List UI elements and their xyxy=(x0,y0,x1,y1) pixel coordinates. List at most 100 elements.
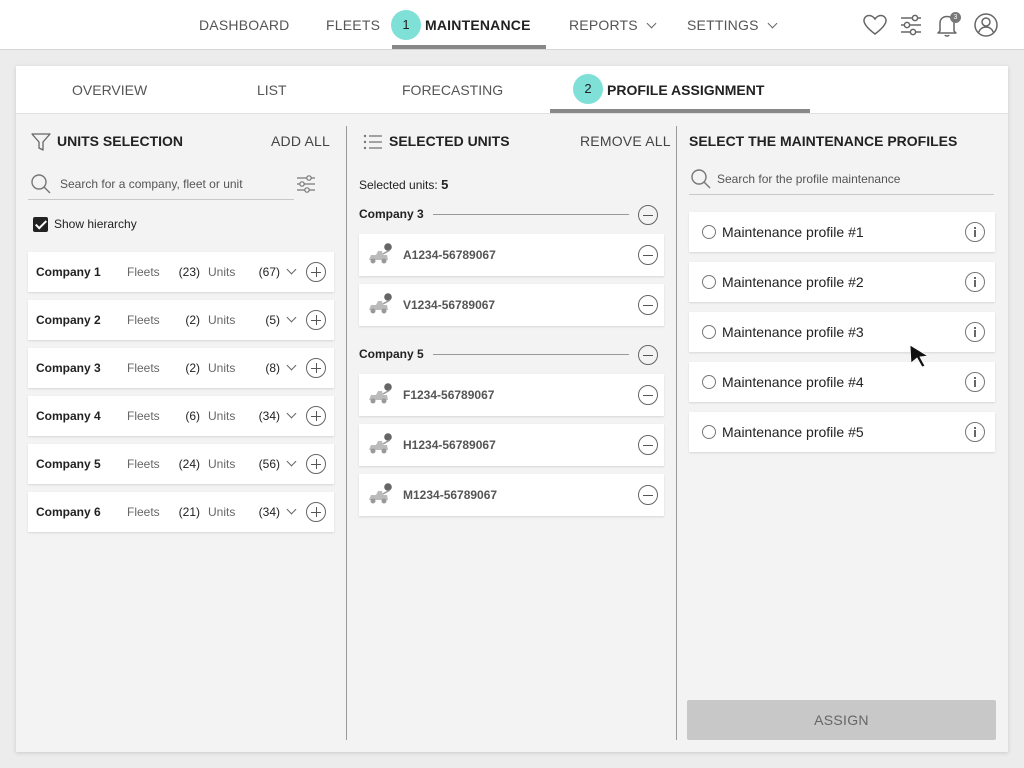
profile-radio[interactable] xyxy=(702,275,716,289)
step-badge-2: 2 xyxy=(573,74,603,104)
profile-name: Maintenance profile #3 xyxy=(722,324,864,340)
selected-units-count: Selected units: 5 xyxy=(359,177,448,192)
selected-group-name: Company 5 xyxy=(359,347,424,361)
loader-vehicle-icon xyxy=(369,243,392,264)
remove-all-button[interactable]: REMOVE ALL xyxy=(580,133,671,149)
add-company-button[interactable] xyxy=(306,262,326,282)
loader-vehicle-icon xyxy=(369,293,392,314)
tab-overview[interactable]: OVERVIEW xyxy=(72,66,147,114)
company-row[interactable]: Company 2 Fleets (2) Units (5) xyxy=(28,300,334,340)
show-hierarchy-checkbox[interactable] xyxy=(33,217,48,232)
remove-unit-button[interactable] xyxy=(638,295,658,315)
loader-vehicle-icon xyxy=(369,483,392,504)
selected-group-header: Company 3 xyxy=(359,205,664,225)
fleets-count: (24) xyxy=(178,457,200,471)
profile-radio[interactable] xyxy=(702,425,716,439)
remove-unit-button[interactable] xyxy=(638,485,658,505)
unit-id: H1234-56789067 xyxy=(403,438,496,452)
profile-radio[interactable] xyxy=(702,375,716,389)
company-row[interactable]: Company 3 Fleets (2) Units (8) xyxy=(28,348,334,388)
profile-row[interactable]: Maintenance profile #2 xyxy=(689,262,995,302)
nav-fleets-label: FLEETS xyxy=(326,17,381,33)
unit-id: A1234-56789067 xyxy=(403,248,496,262)
units-count: (34) xyxy=(258,409,280,423)
filter-settings-icon[interactable] xyxy=(295,173,317,195)
tab-forecasting-label: FORECASTING xyxy=(402,82,504,98)
selected-unit-row: H1234-56789067 xyxy=(359,424,664,466)
info-icon[interactable] xyxy=(965,222,985,242)
unit-id: M1234-56789067 xyxy=(403,488,498,502)
minus-icon xyxy=(643,354,653,356)
loader-vehicle-icon xyxy=(369,433,392,454)
chevron-down-icon[interactable] xyxy=(286,264,297,275)
selected-units-title: SELECTED UNITS xyxy=(389,133,510,149)
selected-unit-row: M1234-56789067 xyxy=(359,474,664,516)
nav-maintenance[interactable]: MAINTENANCE xyxy=(425,0,531,50)
sliders-icon[interactable] xyxy=(898,12,924,38)
tab-forecasting[interactable]: FORECASTING xyxy=(402,66,503,114)
company-row[interactable]: Company 4 Fleets (6) Units (34) xyxy=(28,396,334,436)
add-company-button[interactable] xyxy=(306,454,326,474)
profile-name: Maintenance profile #2 xyxy=(722,274,864,290)
units-search-input[interactable] xyxy=(60,174,285,194)
chevron-down-icon xyxy=(767,18,778,29)
tab-profile-assignment[interactable]: PROFILE ASSIGNMENT xyxy=(607,66,764,114)
company-name: Company 2 xyxy=(36,313,101,327)
profile-row[interactable]: Maintenance profile #4 xyxy=(689,362,995,402)
info-icon[interactable] xyxy=(965,322,985,342)
nav-settings[interactable]: SETTINGS xyxy=(687,0,778,50)
selected-unit-row: A1234-56789067 xyxy=(359,234,664,276)
remove-unit-button[interactable] xyxy=(638,435,658,455)
remove-unit-button[interactable] xyxy=(638,245,658,265)
add-company-button[interactable] xyxy=(306,502,326,522)
units-label: Units xyxy=(208,265,236,279)
chevron-down-icon[interactable] xyxy=(286,408,297,419)
tab-list-label: LIST xyxy=(257,82,287,98)
step-badge-1: 1 xyxy=(391,10,421,40)
chevron-down-icon[interactable] xyxy=(286,360,297,371)
company-row[interactable]: Company 6 Fleets (21) Units (34) xyxy=(28,492,334,532)
profile-radio[interactable] xyxy=(702,225,716,239)
info-icon[interactable] xyxy=(965,422,985,442)
search-icon xyxy=(691,169,711,189)
profile-row[interactable]: Maintenance profile #3 xyxy=(689,312,995,352)
tab-list[interactable]: LIST xyxy=(257,66,287,114)
chevron-down-icon[interactable] xyxy=(286,312,297,323)
remove-group-button[interactable] xyxy=(638,205,658,225)
fleets-label: Fleets xyxy=(127,505,160,519)
chevron-down-icon xyxy=(646,18,657,29)
nav-reports[interactable]: REPORTS xyxy=(569,0,657,50)
nav-dashboard[interactable]: DASHBOARD xyxy=(199,0,289,50)
add-company-button[interactable] xyxy=(306,358,326,378)
add-all-button[interactable]: ADD ALL xyxy=(271,133,330,149)
info-icon[interactable] xyxy=(965,372,985,392)
filter-icon xyxy=(31,133,51,151)
chevron-down-icon[interactable] xyxy=(286,456,297,467)
nav-active-indicator xyxy=(392,45,546,49)
profile-row[interactable]: Maintenance profile #1 xyxy=(689,212,995,252)
fleets-count: (6) xyxy=(185,409,200,423)
add-company-button[interactable] xyxy=(306,406,326,426)
profile-radio[interactable] xyxy=(702,325,716,339)
company-row[interactable]: Company 5 Fleets (24) Units (56) xyxy=(28,444,334,484)
add-company-button[interactable] xyxy=(306,310,326,330)
company-row[interactable]: Company 1 Fleets (23) Units (67) xyxy=(28,252,334,292)
profile-name: Maintenance profile #4 xyxy=(722,374,864,390)
remove-unit-button[interactable] xyxy=(638,385,658,405)
user-icon[interactable] xyxy=(973,12,999,38)
fleets-label: Fleets xyxy=(127,361,160,375)
remove-group-button[interactable] xyxy=(638,345,658,365)
profile-name: Maintenance profile #5 xyxy=(722,424,864,440)
panel-divider xyxy=(676,126,677,740)
plus-icon xyxy=(315,363,317,373)
units-count: (56) xyxy=(258,457,280,471)
profile-row[interactable]: Maintenance profile #5 xyxy=(689,412,995,452)
fleets-count: (2) xyxy=(185,313,200,327)
chevron-down-icon[interactable] xyxy=(286,504,297,515)
heart-icon[interactable] xyxy=(862,12,888,38)
profiles-search-input[interactable] xyxy=(717,169,987,189)
assign-button[interactable]: ASSIGN xyxy=(687,700,996,740)
nav-fleets[interactable]: FLEETS xyxy=(326,0,380,50)
info-icon[interactable] xyxy=(965,272,985,292)
info-icon-bar xyxy=(974,380,976,387)
